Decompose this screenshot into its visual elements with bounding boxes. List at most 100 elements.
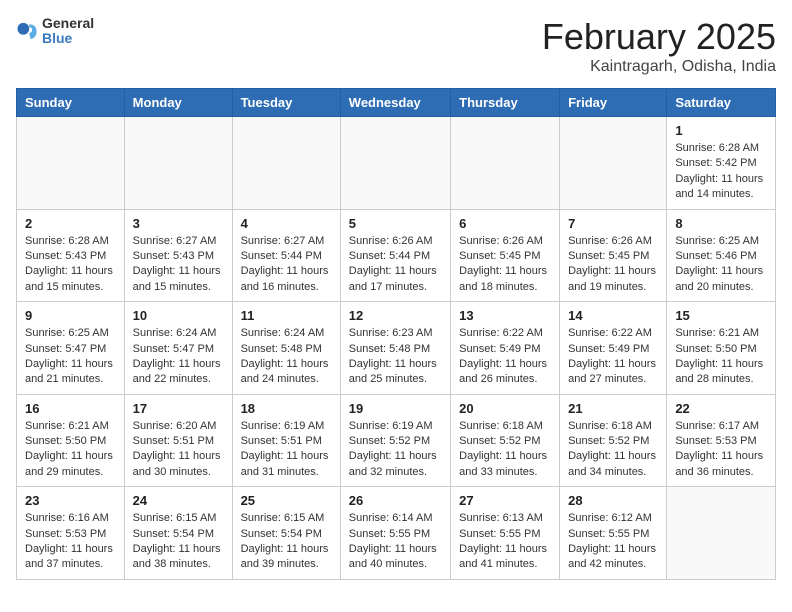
calendar-cell bbox=[340, 117, 450, 210]
day-info: Sunrise: 6:14 AM Sunset: 5:55 PM Dayligh… bbox=[349, 511, 442, 573]
calendar-cell: 11Sunrise: 6:24 AM Sunset: 5:48 PM Dayli… bbox=[232, 302, 340, 395]
day-info: Sunrise: 6:22 AM Sunset: 5:49 PM Dayligh… bbox=[568, 326, 658, 388]
logo-icon bbox=[16, 20, 38, 42]
calendar-cell: 23Sunrise: 6:16 AM Sunset: 5:53 PM Dayli… bbox=[17, 487, 125, 580]
calendar-cell bbox=[451, 117, 560, 210]
day-info: Sunrise: 6:18 AM Sunset: 5:52 PM Dayligh… bbox=[459, 419, 551, 481]
column-header-monday: Monday bbox=[124, 89, 232, 117]
day-info: Sunrise: 6:22 AM Sunset: 5:49 PM Dayligh… bbox=[459, 326, 551, 388]
day-info: Sunrise: 6:21 AM Sunset: 5:50 PM Dayligh… bbox=[675, 326, 767, 388]
day-info: Sunrise: 6:26 AM Sunset: 5:45 PM Dayligh… bbox=[459, 234, 551, 296]
calendar-cell: 4 Sunrise: 6:27 AM Sunset: 5:44 PM Daylig… bbox=[232, 209, 340, 302]
day-info: Sunrise: 6:21 AM Sunset: 5:50 PM Dayligh… bbox=[25, 419, 116, 481]
calendar-week-0: 1Sunrise: 6:28 AM Sunset: 5:42 PM Daylig… bbox=[17, 117, 776, 210]
calendar-cell bbox=[667, 487, 776, 580]
calendar-cell: 2 Sunrise: 6:28 AM Sunset: 5:43 PM Daylig… bbox=[17, 209, 125, 302]
day-number: 6 bbox=[459, 216, 551, 231]
calendar-cell: 10 Sunrise: 6:24 AM Sunset: 5:47 PM Dayli… bbox=[124, 302, 232, 395]
logo: General Blue bbox=[16, 16, 94, 47]
day-info: Sunrise: 6:24 AM Sunset: 5:48 PM Dayligh… bbox=[241, 326, 332, 388]
day-info: Sunrise: 6:19 AM Sunset: 5:52 PM Dayligh… bbox=[349, 419, 442, 481]
day-number: 9 bbox=[25, 308, 116, 323]
day-info: Sunrise: 6:13 AM Sunset: 5:55 PM Dayligh… bbox=[459, 511, 551, 573]
column-header-sunday: Sunday bbox=[17, 89, 125, 117]
day-number: 21 bbox=[568, 401, 658, 416]
calendar-cell: 5Sunrise: 6:26 AM Sunset: 5:44 PM Daylig… bbox=[340, 209, 450, 302]
day-number: 20 bbox=[459, 401, 551, 416]
day-info: Sunrise: 6:12 AM Sunset: 5:55 PM Dayligh… bbox=[568, 511, 658, 573]
day-number: 10 bbox=[133, 308, 224, 323]
day-number: 15 bbox=[675, 308, 767, 323]
day-number: 12 bbox=[349, 308, 442, 323]
day-info: Sunrise: 6:26 AM Sunset: 5:45 PM Dayligh… bbox=[568, 234, 658, 296]
day-info: Sunrise: 6:19 AM Sunset: 5:51 PM Dayligh… bbox=[241, 419, 332, 481]
column-header-tuesday: Tuesday bbox=[232, 89, 340, 117]
column-header-saturday: Saturday bbox=[667, 89, 776, 117]
calendar-cell bbox=[232, 117, 340, 210]
calendar-cell: 3 Sunrise: 6:27 AM Sunset: 5:43 PM Daylig… bbox=[124, 209, 232, 302]
logo-general: General bbox=[42, 16, 94, 31]
day-info: Sunrise: 6:15 AM Sunset: 5:54 PM Dayligh… bbox=[133, 511, 224, 573]
calendar-cell: 8Sunrise: 6:25 AM Sunset: 5:46 PM Daylig… bbox=[667, 209, 776, 302]
calendar-cell: 21 Sunrise: 6:18 AM Sunset: 5:52 PM Dayli… bbox=[560, 394, 667, 487]
calendar-cell bbox=[124, 117, 232, 210]
calendar-cell: 7 Sunrise: 6:26 AM Sunset: 5:45 PM Daylig… bbox=[560, 209, 667, 302]
day-info: Sunrise: 6:15 AM Sunset: 5:54 PM Dayligh… bbox=[241, 511, 332, 573]
day-info: Sunrise: 6:25 AM Sunset: 5:47 PM Dayligh… bbox=[25, 326, 116, 388]
day-number: 22 bbox=[675, 401, 767, 416]
calendar-cell: 22 Sunrise: 6:17 AM Sunset: 5:53 PM Dayli… bbox=[667, 394, 776, 487]
calendar-cell bbox=[17, 117, 125, 210]
day-number: 3 bbox=[133, 216, 224, 231]
calendar-cell: 26 Sunrise: 6:14 AM Sunset: 5:55 PM Dayli… bbox=[340, 487, 450, 580]
calendar-cell bbox=[560, 117, 667, 210]
calendar-cell: 13 Sunrise: 6:22 AM Sunset: 5:49 PM Dayli… bbox=[451, 302, 560, 395]
day-number: 18 bbox=[241, 401, 332, 416]
calendar-week-4: 23Sunrise: 6:16 AM Sunset: 5:53 PM Dayli… bbox=[17, 487, 776, 580]
calendar-table: SundayMondayTuesdayWednesdayThursdayFrid… bbox=[16, 88, 776, 580]
day-info: Sunrise: 6:27 AM Sunset: 5:43 PM Dayligh… bbox=[133, 234, 224, 296]
day-number: 16 bbox=[25, 401, 116, 416]
day-number: 5 bbox=[349, 216, 442, 231]
calendar-week-3: 16 Sunrise: 6:21 AM Sunset: 5:50 PM Dayli… bbox=[17, 394, 776, 487]
day-number: 13 bbox=[459, 308, 551, 323]
calendar-cell: 25 Sunrise: 6:15 AM Sunset: 5:54 PM Dayli… bbox=[232, 487, 340, 580]
day-info: Sunrise: 6:25 AM Sunset: 5:46 PM Dayligh… bbox=[675, 234, 767, 296]
day-number: 2 bbox=[25, 216, 116, 231]
day-number: 24 bbox=[133, 493, 224, 508]
column-header-thursday: Thursday bbox=[451, 89, 560, 117]
day-number: 25 bbox=[241, 493, 332, 508]
day-number: 7 bbox=[568, 216, 658, 231]
day-info: Sunrise: 6:18 AM Sunset: 5:52 PM Dayligh… bbox=[568, 419, 658, 481]
calendar-cell: 12 Sunrise: 6:23 AM Sunset: 5:48 PM Dayli… bbox=[340, 302, 450, 395]
day-number: 19 bbox=[349, 401, 442, 416]
calendar-cell: 1Sunrise: 6:28 AM Sunset: 5:42 PM Daylig… bbox=[667, 117, 776, 210]
calendar-week-2: 9 Sunrise: 6:25 AM Sunset: 5:47 PM Daylig… bbox=[17, 302, 776, 395]
logo-blue: Blue bbox=[42, 31, 94, 46]
calendar-cell: 15 Sunrise: 6:21 AM Sunset: 5:50 PM Dayli… bbox=[667, 302, 776, 395]
calendar-cell: 9 Sunrise: 6:25 AM Sunset: 5:47 PM Daylig… bbox=[17, 302, 125, 395]
calendar-cell: 16 Sunrise: 6:21 AM Sunset: 5:50 PM Dayli… bbox=[17, 394, 125, 487]
calendar-week-1: 2 Sunrise: 6:28 AM Sunset: 5:43 PM Daylig… bbox=[17, 209, 776, 302]
month-title: February 2025 bbox=[542, 16, 776, 58]
calendar-cell: 28Sunrise: 6:12 AM Sunset: 5:55 PM Dayli… bbox=[560, 487, 667, 580]
calendar-cell: 20 Sunrise: 6:18 AM Sunset: 5:52 PM Dayli… bbox=[451, 394, 560, 487]
page-header: General Blue February 2025 Kaintragarh, … bbox=[16, 16, 776, 76]
day-info: Sunrise: 6:28 AM Sunset: 5:42 PM Dayligh… bbox=[675, 141, 767, 203]
day-number: 17 bbox=[133, 401, 224, 416]
day-info: Sunrise: 6:27 AM Sunset: 5:44 PM Dayligh… bbox=[241, 234, 332, 296]
day-number: 27 bbox=[459, 493, 551, 508]
calendar-cell: 6 Sunrise: 6:26 AM Sunset: 5:45 PM Daylig… bbox=[451, 209, 560, 302]
day-number: 23 bbox=[25, 493, 116, 508]
day-info: Sunrise: 6:28 AM Sunset: 5:43 PM Dayligh… bbox=[25, 234, 116, 296]
day-info: Sunrise: 6:23 AM Sunset: 5:48 PM Dayligh… bbox=[349, 326, 442, 388]
day-info: Sunrise: 6:20 AM Sunset: 5:51 PM Dayligh… bbox=[133, 419, 224, 481]
logo-text: General Blue bbox=[42, 16, 94, 47]
day-number: 26 bbox=[349, 493, 442, 508]
calendar-header-row: SundayMondayTuesdayWednesdayThursdayFrid… bbox=[17, 89, 776, 117]
calendar-cell: 17 Sunrise: 6:20 AM Sunset: 5:51 PM Dayli… bbox=[124, 394, 232, 487]
day-info: Sunrise: 6:17 AM Sunset: 5:53 PM Dayligh… bbox=[675, 419, 767, 481]
day-info: Sunrise: 6:24 AM Sunset: 5:47 PM Dayligh… bbox=[133, 326, 224, 388]
calendar-cell: 19 Sunrise: 6:19 AM Sunset: 5:52 PM Dayli… bbox=[340, 394, 450, 487]
day-number: 4 bbox=[241, 216, 332, 231]
day-number: 14 bbox=[568, 308, 658, 323]
